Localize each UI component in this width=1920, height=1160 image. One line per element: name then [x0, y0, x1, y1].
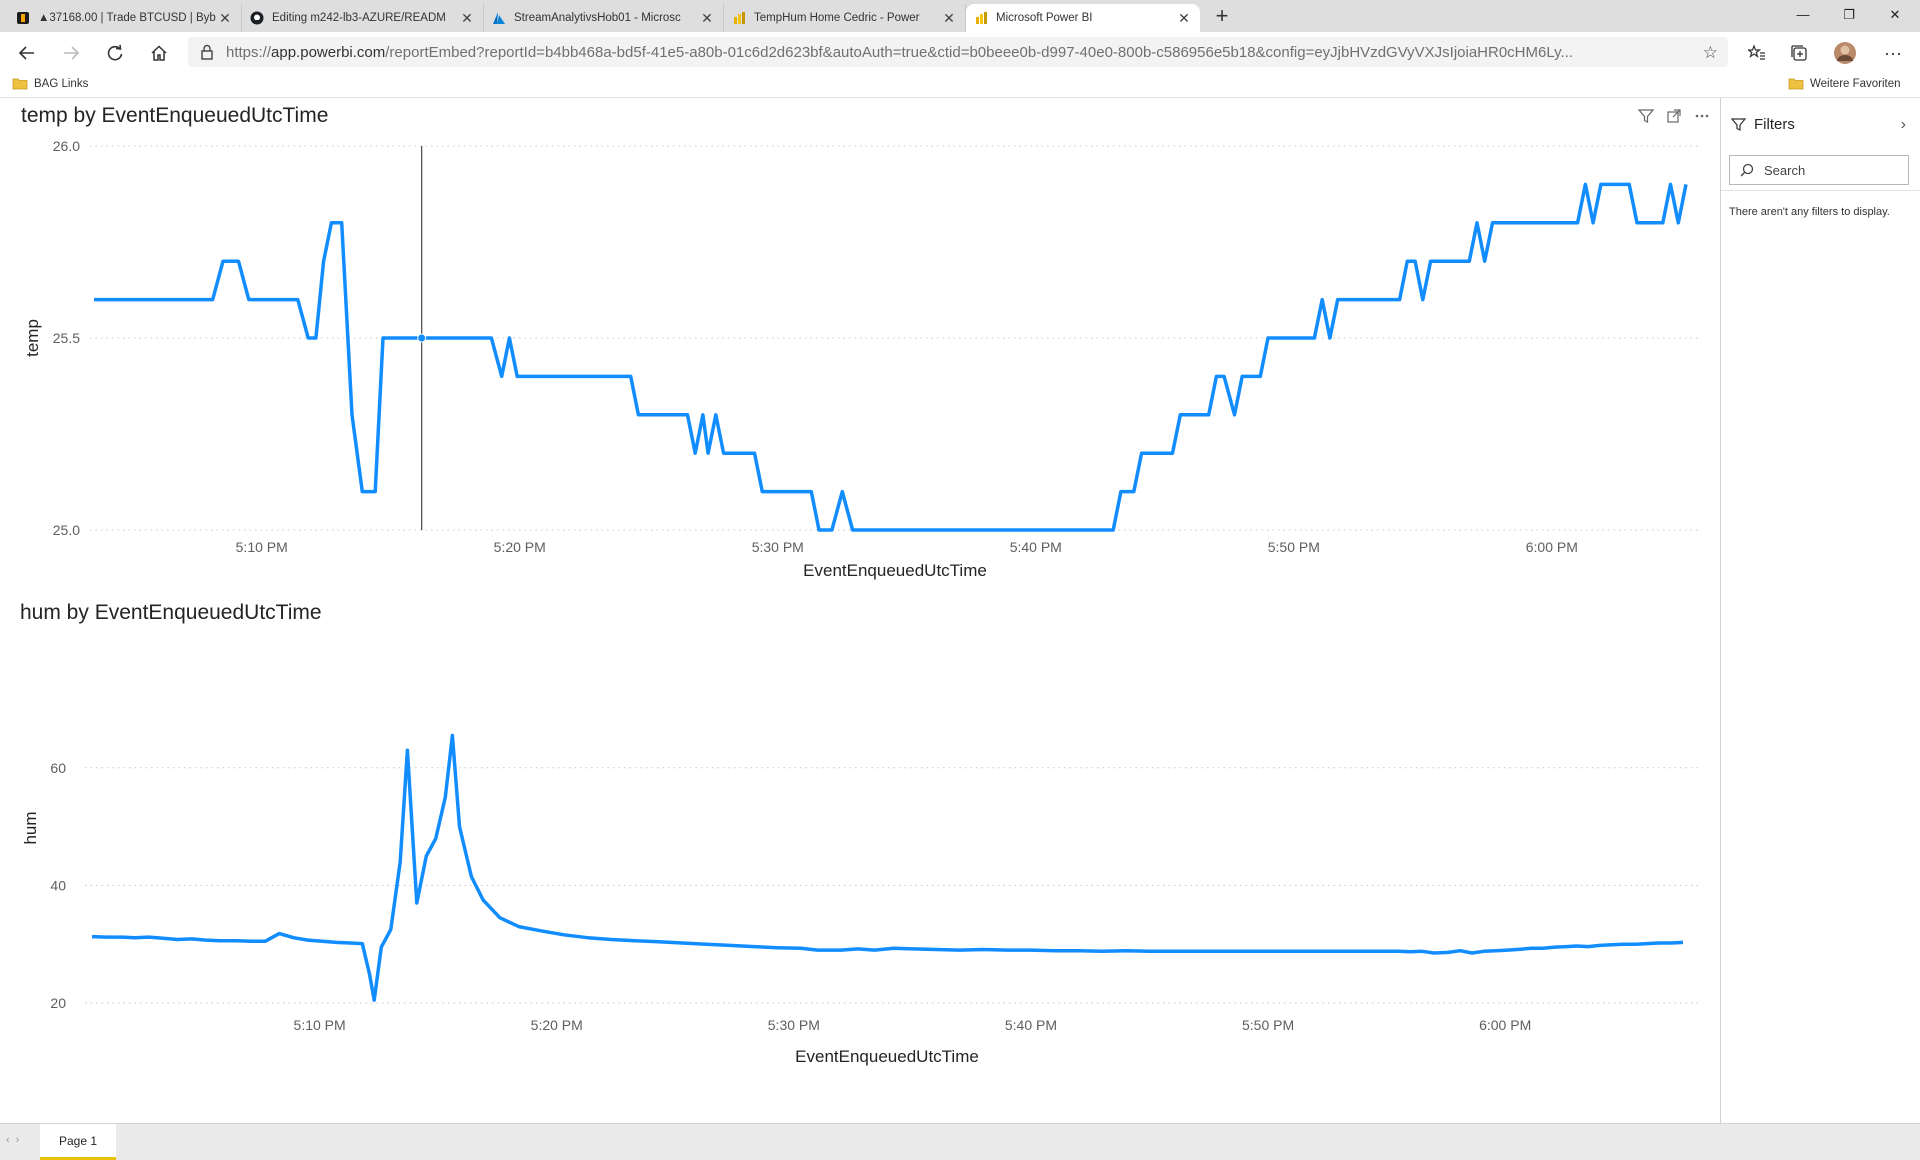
home-icon	[151, 45, 167, 61]
profile-button[interactable]	[1830, 38, 1860, 68]
favorite-star-icon[interactable]: ☆	[1703, 43, 1718, 63]
favorites-button[interactable]	[1742, 38, 1772, 68]
filters-title: Filters	[1754, 116, 1795, 133]
browser-toolbar: https://app.powerbi.com/reportEmbed?repo…	[0, 32, 1920, 72]
address-bar[interactable]: https://app.powerbi.com/reportEmbed?repo…	[188, 37, 1728, 67]
y-axis-title: temp	[23, 319, 42, 357]
y-tick-label: 26.0	[53, 138, 80, 154]
avatar	[1834, 42, 1856, 64]
x-tick-label: 5:30 PM	[752, 539, 804, 555]
settings-more-button[interactable]: ···	[1878, 38, 1908, 68]
home-button[interactable]	[144, 38, 174, 68]
close-icon[interactable]: ✕	[217, 10, 233, 27]
page-scroll-arrows-icon[interactable]: ‹›	[6, 1134, 25, 1146]
tab-title: StreamAnalytivsHob01 - Microsc	[514, 12, 681, 24]
x-tick-label: 5:30 PM	[768, 1017, 820, 1033]
url-text[interactable]: https://app.powerbi.com/reportEmbed?repo…	[226, 44, 1676, 61]
powerbi-icon	[974, 11, 988, 25]
series-line[interactable]	[94, 182, 1688, 532]
x-tick-label: 5:40 PM	[1005, 1017, 1057, 1033]
back-button[interactable]	[12, 38, 42, 68]
favorites-list-icon	[1748, 44, 1765, 60]
tab-title: ▲37168.00 | Trade BTCUSD | Byb	[38, 12, 216, 24]
divider	[1721, 190, 1920, 191]
collections-button[interactable]	[1784, 38, 1814, 68]
x-axis-title: EventEnqueuedUtcTime	[803, 561, 987, 580]
x-tick-label: 5:10 PM	[236, 539, 288, 555]
tab-title: TempHum Home Cedric - Power	[754, 12, 920, 24]
filters-header: Filters	[1731, 116, 1795, 133]
browser-tab-azure[interactable]: StreamAnalytivsHob01 - Microsc ✕	[484, 4, 724, 32]
x-tick-label: 6:00 PM	[1526, 539, 1578, 555]
x-tick-label: 5:50 PM	[1242, 1017, 1294, 1033]
search-placeholder: Search	[1764, 162, 1806, 178]
browser-tab-strip: ▲37168.00 | Trade BTCUSD | Byb ✕ Editing…	[0, 0, 1920, 32]
collapse-filters-chevron-icon[interactable]: ›	[1901, 116, 1906, 134]
tab-title: Editing m242-lb3-AZURE/READM	[272, 12, 446, 24]
lock-icon	[200, 44, 226, 60]
y-tick-label: 60	[50, 760, 66, 776]
series-line[interactable]	[91, 733, 1684, 1002]
filters-search-input[interactable]: Search	[1729, 155, 1909, 185]
more-icon: ···	[1884, 42, 1902, 63]
y-tick-label: 20	[50, 995, 66, 1011]
favorite-label: Weitere Favoriten	[1810, 77, 1901, 90]
y-tick-label: 40	[50, 877, 66, 893]
browser-tab-bybit[interactable]: ▲37168.00 | Trade BTCUSD | Byb ✕	[8, 4, 242, 32]
browser-tab-powerbi-active[interactable]: Microsoft Power BI ✕	[966, 4, 1200, 32]
favorite-folder-bag-links[interactable]: BAG Links	[12, 77, 88, 90]
x-tick-label: 6:00 PM	[1479, 1017, 1531, 1033]
url-path: /reportEmbed?reportId=b4bb468a-bd5f-41e5…	[385, 43, 1574, 61]
favorites-bar: BAG Links Weitere Favoriten	[0, 72, 1920, 98]
y-tick-label: 25.5	[53, 330, 80, 346]
report-canvas: temp by EventEnqueuedUtcTime temp EventE…	[0, 98, 1720, 1123]
page-tab-page-1[interactable]: Page 1	[40, 1124, 116, 1160]
hover-point	[417, 333, 427, 343]
forward-button[interactable]	[56, 38, 86, 68]
page-tab-bar: ‹› Page 1	[0, 1123, 1920, 1160]
favorite-label: BAG Links	[34, 77, 89, 90]
favorite-folder-weitere[interactable]: Weitere Favoriten	[1788, 77, 1901, 90]
x-tick-label: 5:50 PM	[1268, 539, 1320, 555]
azure-icon	[492, 11, 506, 25]
forward-arrow-icon	[64, 46, 80, 60]
close-icon[interactable]: ✕	[1176, 10, 1192, 27]
filters-pane: Filters › Search There aren't any filter…	[1720, 98, 1920, 1123]
url-host: app.powerbi.com	[271, 43, 386, 61]
folder-icon	[1788, 78, 1804, 90]
x-tick-label: 5:10 PM	[294, 1017, 346, 1033]
url-prefix: https://	[226, 43, 272, 61]
hum-line-chart[interactable]: hum EventEnqueuedUtcTime 20 40 60 5:10 PM 5:…	[0, 588, 1720, 1088]
close-icon[interactable]: ✕	[941, 10, 957, 27]
browser-tab-github[interactable]: Editing m242-lb3-AZURE/READM ✕	[242, 4, 484, 32]
powerbi-icon	[732, 11, 746, 25]
filters-empty-message: There aren't any filters to display.	[1729, 206, 1890, 218]
x-tick-label: 5:20 PM	[494, 539, 546, 555]
tab-title: Microsoft Power BI	[996, 12, 1093, 24]
x-tick-label: 5:40 PM	[1010, 539, 1062, 555]
y-tick-label: 25.0	[53, 522, 80, 538]
refresh-button[interactable]	[100, 38, 130, 68]
refresh-icon	[107, 44, 123, 61]
x-axis-title: EventEnqueuedUtcTime	[795, 1047, 979, 1066]
new-tab-button[interactable]: +	[1208, 4, 1236, 30]
bybit-icon	[16, 11, 30, 25]
github-icon	[250, 11, 264, 25]
filter-icon	[1731, 118, 1746, 131]
x-tick-label: 5:20 PM	[531, 1017, 583, 1033]
collections-icon	[1791, 45, 1807, 61]
folder-icon	[12, 78, 28, 90]
search-icon	[1740, 163, 1754, 177]
minimize-button[interactable]: —	[1780, 0, 1826, 30]
close-icon[interactable]: ✕	[459, 10, 475, 27]
temp-line-chart[interactable]: temp EventEnqueuedUtcTime 25.0 25.5 26.0 5:…	[0, 98, 1720, 588]
close-icon[interactable]: ✕	[699, 10, 715, 27]
close-window-button[interactable]: ✕	[1872, 0, 1918, 30]
back-arrow-icon	[18, 46, 34, 60]
restore-button[interactable]: ❐	[1826, 0, 1872, 30]
browser-tab-powerbi-temphum[interactable]: TempHum Home Cedric - Power ✕	[724, 4, 966, 32]
y-axis-title: hum	[21, 811, 40, 844]
